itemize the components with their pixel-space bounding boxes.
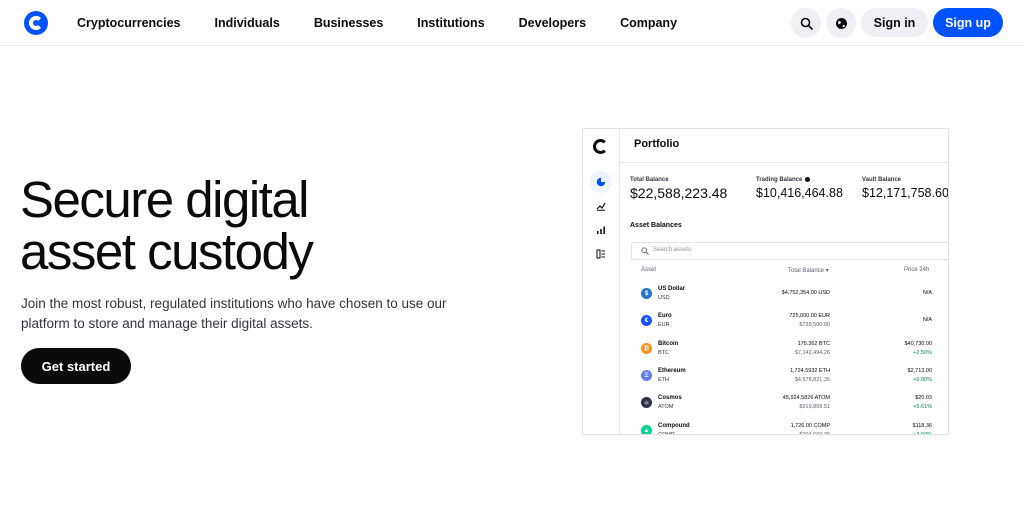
hero-subtitle: Join the most robust, regulated institut…: [21, 296, 447, 331]
asset-symbol: BTC: [658, 349, 669, 356]
table-row[interactable]: $ US Dollar USD $4,752,354.00 USD N/A: [620, 280, 948, 307]
globe-icon: [835, 17, 847, 29]
nav-individuals[interactable]: Individuals: [215, 16, 280, 30]
asset-price: $20.03: [915, 395, 932, 402]
asset-balances-title: Asset Balances: [630, 222, 682, 229]
asset-balance-usd: $7,142,494.26: [794, 349, 830, 356]
nav-developers[interactable]: Developers: [519, 16, 586, 30]
nav-cryptocurrencies[interactable]: Cryptocurrencies: [77, 16, 181, 30]
search-icon: [641, 247, 649, 255]
total-balance-label: Total Balance: [630, 177, 669, 183]
coinbase-logo[interactable]: [24, 11, 48, 35]
asset-change: +2.50%: [913, 349, 932, 356]
eth-coin-icon: Ξ: [641, 369, 652, 381]
asset-balance: 45,924.5826 ATOM: [782, 395, 830, 402]
logo-c-shape: [29, 16, 43, 30]
top-nav: Cryptocurrencies Individuals Businesses …: [0, 0, 1024, 46]
search-placeholder: Search assets: [653, 247, 692, 253]
column-price-24h[interactable]: Price 24h: [904, 267, 929, 273]
btc-coin-icon: ₿: [641, 342, 652, 354]
asset-name: Euro: [658, 313, 672, 320]
asset-symbol: COMP: [658, 431, 675, 435]
asset-name: US Dollar: [658, 286, 686, 292]
comp-coin-icon: ▲: [641, 424, 652, 434]
pie-chart-icon[interactable]: [595, 176, 607, 188]
total-balance-value: $22,588,223.48: [630, 185, 728, 201]
table-row[interactable]: € Euro EUR 725,000.00 EUR $739,500.00 N/A: [620, 307, 948, 334]
vault-balance-value: $12,171,758.60: [862, 186, 949, 200]
hero-title-line2: asset custody: [20, 223, 314, 280]
asset-symbol: USD: [658, 295, 670, 301]
asset-change: +6.00%: [913, 376, 932, 383]
asset-price: $40,730.00: [904, 340, 932, 347]
asset-balance-usd: $919,869.51: [799, 404, 830, 411]
main-nav: Cryptocurrencies Individuals Businesses …: [77, 0, 711, 46]
bar-chart-icon[interactable]: [595, 224, 607, 236]
asset-name: Bitcoin: [658, 340, 679, 347]
asset-price: N/A: [922, 317, 932, 324]
asset-balance: 1,726.00 COMP: [790, 422, 830, 429]
sign-in-button[interactable]: Sign in: [861, 8, 928, 37]
asset-price: $118.36: [912, 422, 932, 429]
language-button[interactable]: [826, 8, 856, 38]
search-button[interactable]: [791, 8, 821, 38]
nav-businesses[interactable]: Businesses: [314, 16, 383, 30]
table-row[interactable]: ⚛ Cosmos ATOM 45,924.5826 ATOM $919,869.51 $2…: [620, 389, 948, 416]
asset-name: Ethereum: [658, 367, 686, 374]
asset-symbol: EUR: [658, 322, 670, 329]
atom-coin-icon: ⚛: [641, 397, 652, 409]
column-total-balance[interactable]: Total Balance ▾: [788, 267, 829, 274]
asset-name: Compound: [658, 422, 690, 429]
asset-symbol: ETH: [658, 376, 669, 383]
asset-name: Cosmos: [658, 395, 682, 402]
asset-balance: 175.362 BTC: [797, 340, 830, 347]
get-started-button[interactable]: Get started: [21, 348, 131, 384]
asset-balance: 1,724.5932 ETH: [789, 367, 830, 374]
info-icon[interactable]: [805, 177, 811, 182]
portfolio-title: Portfolio: [634, 138, 680, 150]
search-icon: [800, 17, 813, 30]
vault-balance-label: Vault Balance: [862, 177, 902, 183]
portfolio-header: Portfolio: [620, 129, 948, 163]
portfolio-logo-icon: [593, 139, 608, 154]
table-row[interactable]: ₿ Bitcoin BTC 175.362 BTC $7,142,494.26 $40,7…: [620, 335, 948, 362]
portfolio-preview-card: Portfolio Total Balance $22,588,223.48 T…: [582, 128, 949, 435]
trading-balance-value: $10,416,464.88: [756, 186, 843, 200]
nav-institutions[interactable]: Institutions: [417, 16, 484, 30]
asset-symbol: ATOM: [658, 404, 674, 411]
asset-search-input[interactable]: Search assets: [631, 242, 948, 260]
table-row[interactable]: Ξ Ethereum ETH 1,724.5932 ETH $4,678,821.35 $…: [620, 362, 948, 389]
column-asset[interactable]: Asset: [641, 267, 656, 273]
asset-balance-usd: $4,678,821.35: [794, 376, 830, 383]
trend-chart-icon[interactable]: [595, 200, 607, 212]
asset-balance-usd: $204,660.38: [799, 431, 830, 435]
asset-balance: $4,752,354.00 USD: [781, 290, 830, 296]
asset-balance-usd: $739,500.00: [799, 322, 830, 329]
table-row[interactable]: ▲ Compound COMP 1,726.00 COMP $204,660.38 $11…: [620, 417, 948, 435]
asset-price: $2,713.00: [907, 367, 932, 374]
sign-up-button[interactable]: Sign up: [933, 8, 1003, 37]
list-icon[interactable]: [595, 248, 607, 260]
hero-title: Secure digital asset custody: [20, 174, 420, 278]
eur-coin-icon: €: [641, 315, 652, 327]
asset-balance: 725,000.00 EUR: [789, 313, 830, 320]
asset-change: +3.02%: [913, 431, 932, 435]
asset-change: +5.61%: [913, 404, 932, 411]
trading-balance-label-wrap: Trading Balance: [756, 177, 811, 184]
trading-balance-label: Trading Balance: [756, 177, 803, 184]
asset-price: N/A: [922, 290, 932, 296]
portfolio-sidebar: [583, 129, 620, 434]
usd-coin-icon: $: [641, 288, 652, 299]
hero-title-line1: Secure digital: [20, 171, 310, 228]
nav-company[interactable]: Company: [620, 16, 677, 30]
